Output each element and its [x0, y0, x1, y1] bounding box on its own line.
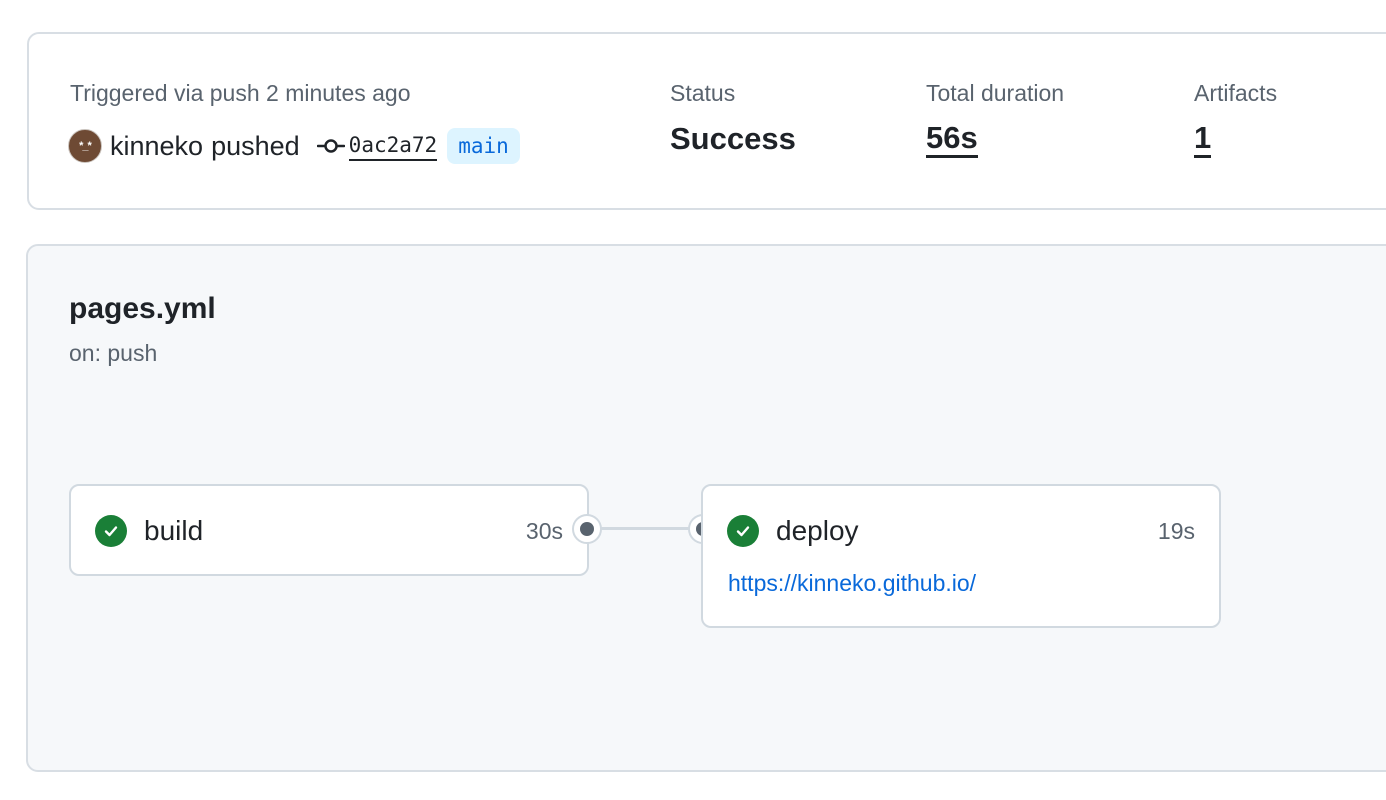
check-circle-icon [727, 515, 759, 547]
push-info-row: *_* kinneko pushed 0ac2a72 main [68, 126, 520, 166]
job-card-build[interactable]: build 30s [69, 484, 589, 576]
status-stat: Status Success [670, 80, 796, 157]
job-duration: 19s [1157, 517, 1195, 544]
job-name: deploy [776, 515, 859, 546]
total-duration-link[interactable]: 56s [926, 121, 978, 158]
branch-badge[interactable]: main [447, 128, 520, 164]
workflow-graph-card: pages.yml on: push build 30s deploy 19s … [26, 244, 1386, 772]
duration-label: Total duration [926, 80, 1065, 106]
artifacts-stat: Artifacts 1 [1194, 80, 1277, 158]
git-commit-icon [316, 139, 345, 153]
job-header: build 30s [95, 514, 563, 548]
status-label: Status [670, 80, 736, 106]
status-value: Success [670, 121, 796, 156]
artifacts-count-link[interactable]: 1 [1194, 121, 1212, 158]
avatar[interactable]: *_* [68, 129, 102, 163]
workflow-trigger: on: push [69, 340, 158, 366]
workflow-file-name: pages.yml [69, 292, 216, 325]
check-circle-icon [95, 515, 127, 547]
action-text: pushed [211, 130, 300, 161]
job-card-deploy[interactable]: deploy 19s https://kinneko.github.io/ [701, 484, 1221, 628]
job-header: deploy 19s [727, 514, 1195, 548]
run-summary-card: Triggered via push 2 minutes ago *_* kin… [27, 32, 1386, 210]
deploy-url-link[interactable]: https://kinneko.github.io/ [728, 570, 976, 597]
job-duration: 30s [525, 517, 563, 544]
build-output-port-icon [572, 514, 602, 544]
artifacts-label: Artifacts [1194, 80, 1278, 106]
actor-name-link[interactable]: kinneko [110, 131, 203, 162]
duration-stat: Total duration 56s [926, 80, 1064, 158]
avatar-glyph: *_* [79, 140, 92, 152]
triggered-label: Triggered via push 2 minutes ago [70, 80, 411, 106]
commit-sha-link[interactable]: 0ac2a72 [348, 132, 438, 161]
job-name: build [144, 515, 204, 546]
